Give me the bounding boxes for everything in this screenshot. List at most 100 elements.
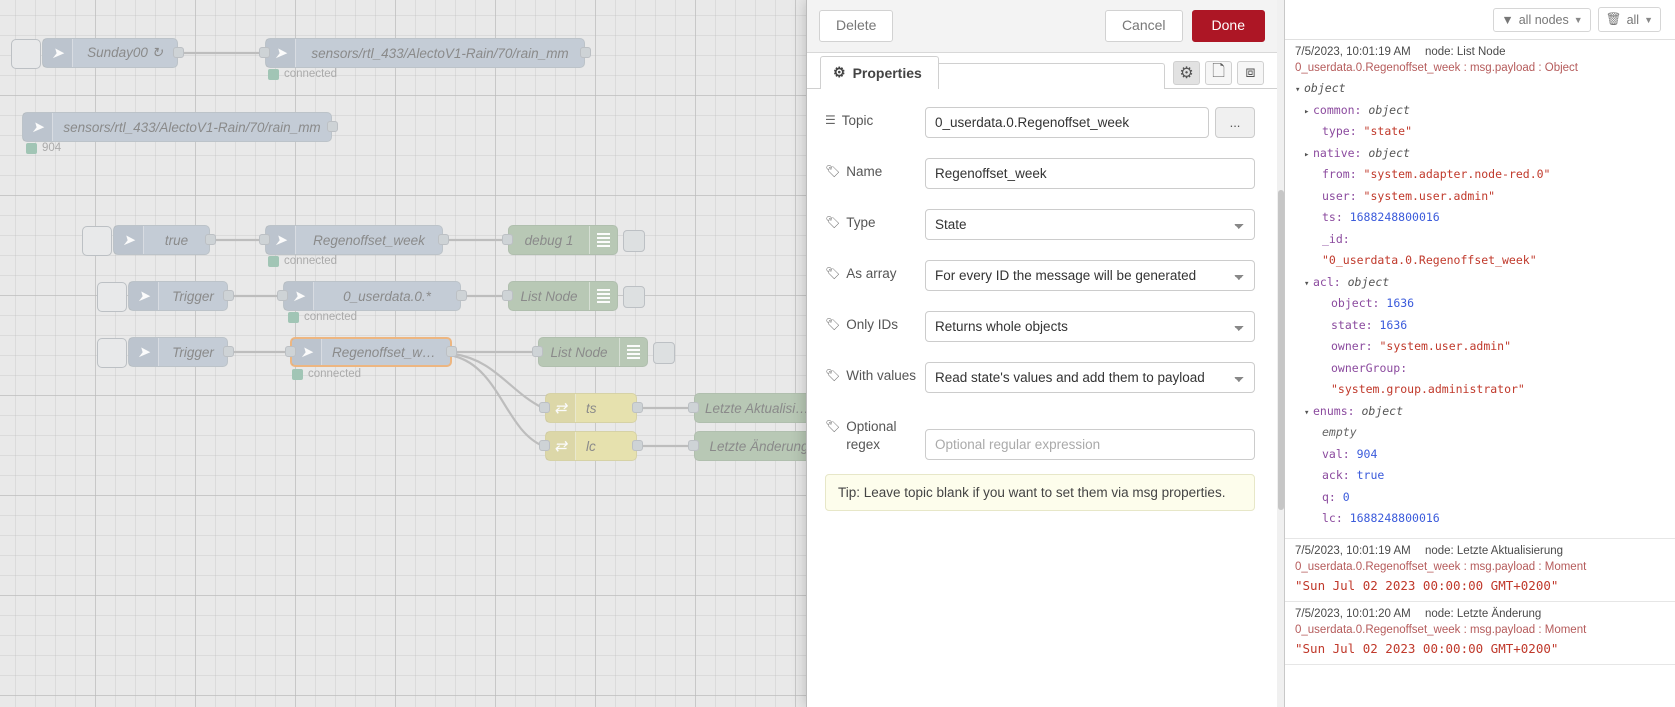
input-port[interactable] xyxy=(688,440,699,451)
json-line[interactable]: owner: "system.user.admin" xyxy=(1295,336,1665,358)
json-line[interactable]: "0_userdata.0.Regenoffset_week" xyxy=(1295,250,1665,272)
flow-node[interactable]: ➤ sensors/rtl_433/AlectoV1-Rain/70/rain_… xyxy=(265,38,585,68)
input-port[interactable] xyxy=(259,47,270,58)
node-label: debug 1 xyxy=(509,233,589,248)
filter-nodes-button[interactable]: ▼ all nodes ▼ xyxy=(1493,8,1590,32)
delete-button[interactable]: Delete xyxy=(819,10,893,42)
debug-message[interactable]: 7/5/2023, 10:01:20 AM node: Letzte Änder… xyxy=(1285,602,1675,665)
json-line[interactable]: empty xyxy=(1295,422,1665,444)
output-port[interactable] xyxy=(327,121,338,132)
output-port[interactable] xyxy=(205,234,216,245)
tab-filler xyxy=(939,63,1165,89)
node-label: Trigger xyxy=(159,345,227,360)
node-button-pad[interactable] xyxy=(82,226,112,256)
json-line[interactable]: ts: 1688248800016 xyxy=(1295,207,1665,229)
name-input[interactable] xyxy=(925,158,1255,189)
flow-node-selected[interactable]: ➤ Regenoffset_week xyxy=(290,337,452,367)
json-line[interactable]: state: 1636 xyxy=(1295,315,1665,337)
json-line[interactable]: object: 1636 xyxy=(1295,293,1665,315)
flow-node[interactable]: ⇄ ts xyxy=(545,393,637,423)
node-button-pad[interactable] xyxy=(11,39,41,69)
json-line[interactable]: val: 904 xyxy=(1295,444,1665,466)
chevron-down-icon: ▼ xyxy=(1644,15,1653,25)
optional-regex-input[interactable] xyxy=(925,429,1255,460)
input-port[interactable] xyxy=(688,402,699,413)
chevron-right-icon[interactable]: ▸ xyxy=(1304,147,1313,164)
debug-toggle-button[interactable] xyxy=(653,342,675,364)
output-port[interactable] xyxy=(223,290,234,301)
flow-node[interactable]: ➤ 0_userdata.0.* xyxy=(283,281,461,311)
topic-input[interactable] xyxy=(925,107,1209,138)
flow-node[interactable]: ➤ Regenoffset_week xyxy=(265,225,443,255)
debug-message-list[interactable]: 7/5/2023, 10:01:19 AM node: List Node 0_… xyxy=(1285,40,1675,707)
json-line[interactable]: ▸common: object xyxy=(1295,100,1665,122)
input-port[interactable] xyxy=(285,346,296,357)
output-port[interactable] xyxy=(173,47,184,58)
chevron-down-icon[interactable]: ▾ xyxy=(1295,82,1304,99)
json-line[interactable]: ▸native: object xyxy=(1295,143,1665,165)
output-port[interactable] xyxy=(446,346,457,357)
json-line[interactable]: ▾enums: object xyxy=(1295,401,1665,423)
tab-properties[interactable]: ⚙ Properties xyxy=(820,56,939,89)
output-port[interactable] xyxy=(632,440,643,451)
as-array-label-group: 🏷 As array xyxy=(825,260,925,283)
json-line[interactable]: user: "system.user.admin" xyxy=(1295,186,1665,208)
flow-node[interactable]: ➤ true xyxy=(113,225,210,255)
chevron-down-icon[interactable]: ▾ xyxy=(1304,405,1313,422)
clear-messages-button[interactable]: 🗑 all ▼ xyxy=(1598,7,1661,32)
node-button-pad[interactable] xyxy=(97,282,127,312)
debug-message[interactable]: 7/5/2023, 10:01:19 AM node: List Node 0_… xyxy=(1285,40,1675,539)
only-ids-select[interactable]: Returns whole objects xyxy=(925,311,1255,342)
flow-node[interactable]: ➤ Trigger xyxy=(128,281,228,311)
as-array-select[interactable]: For every ID the message will be generat… xyxy=(925,260,1255,291)
with-values-select[interactable]: Read state's values and add them to payl… xyxy=(925,362,1255,393)
json-value: object xyxy=(1368,103,1410,117)
json-tree[interactable]: ▾object▸common: object type: "state"▸nat… xyxy=(1295,78,1665,530)
json-line[interactable]: ▾object xyxy=(1295,78,1665,100)
output-port[interactable] xyxy=(632,402,643,413)
expand-icon[interactable]: ⧈ xyxy=(1237,61,1264,85)
done-button[interactable]: Done xyxy=(1192,10,1265,42)
flow-node[interactable]: ⇄ lc xyxy=(545,431,637,461)
input-port[interactable] xyxy=(259,234,270,245)
flow-node[interactable]: ➤ Sunday00 ↻ xyxy=(42,38,178,68)
json-line[interactable]: ▾acl: object xyxy=(1295,272,1665,294)
json-line[interactable]: "system.group.administrator" xyxy=(1295,379,1665,401)
chevron-right-icon[interactable]: ▸ xyxy=(1304,104,1313,121)
input-port[interactable] xyxy=(502,290,513,301)
input-port[interactable] xyxy=(502,234,513,245)
json-line[interactable]: ownerGroup: xyxy=(1295,358,1665,380)
gear-icon[interactable]: ⚙ xyxy=(1173,61,1200,85)
description-icon[interactable]: 🗋 xyxy=(1205,61,1232,85)
chevron-down-icon[interactable]: ▾ xyxy=(1304,276,1313,293)
flow-node[interactable]: ➤ sensors/rtl_433/AlectoV1-Rain/70/rain_… xyxy=(22,112,332,142)
input-port[interactable] xyxy=(532,346,543,357)
node-button-pad[interactable] xyxy=(97,338,127,368)
flow-node[interactable]: Letzte Änderung xyxy=(694,431,824,461)
input-port[interactable] xyxy=(277,290,288,301)
flow-node[interactable]: List Node xyxy=(538,337,648,367)
flow-node[interactable]: List Node xyxy=(508,281,618,311)
input-port[interactable] xyxy=(539,402,550,413)
json-line[interactable]: ack: true xyxy=(1295,465,1665,487)
debug-message[interactable]: 7/5/2023, 10:01:19 AM node: Letzte Aktua… xyxy=(1285,539,1675,602)
json-line[interactable]: type: "state" xyxy=(1295,121,1665,143)
json-line[interactable]: lc: 1688248800016 xyxy=(1295,508,1665,530)
debug-toggle-button[interactable] xyxy=(623,230,645,252)
json-line[interactable]: q: 0 xyxy=(1295,487,1665,509)
tree-spacer xyxy=(1322,362,1331,379)
cancel-button[interactable]: Cancel xyxy=(1105,10,1183,42)
flow-node[interactable]: ➤ Trigger xyxy=(128,337,228,367)
output-port[interactable] xyxy=(438,234,449,245)
json-line[interactable]: from: "system.adapter.node-red.0" xyxy=(1295,164,1665,186)
output-port[interactable] xyxy=(580,47,591,58)
type-select[interactable]: State xyxy=(925,209,1255,240)
topic-browse-button[interactable]: ... xyxy=(1215,107,1255,138)
debug-toggle-button[interactable] xyxy=(623,286,645,308)
json-line[interactable]: _id: xyxy=(1295,229,1665,251)
flow-node[interactable]: Letzte Aktualisierung xyxy=(694,393,824,423)
output-port[interactable] xyxy=(223,346,234,357)
output-port[interactable] xyxy=(456,290,467,301)
input-port[interactable] xyxy=(539,440,550,451)
flow-node[interactable]: debug 1 xyxy=(508,225,618,255)
